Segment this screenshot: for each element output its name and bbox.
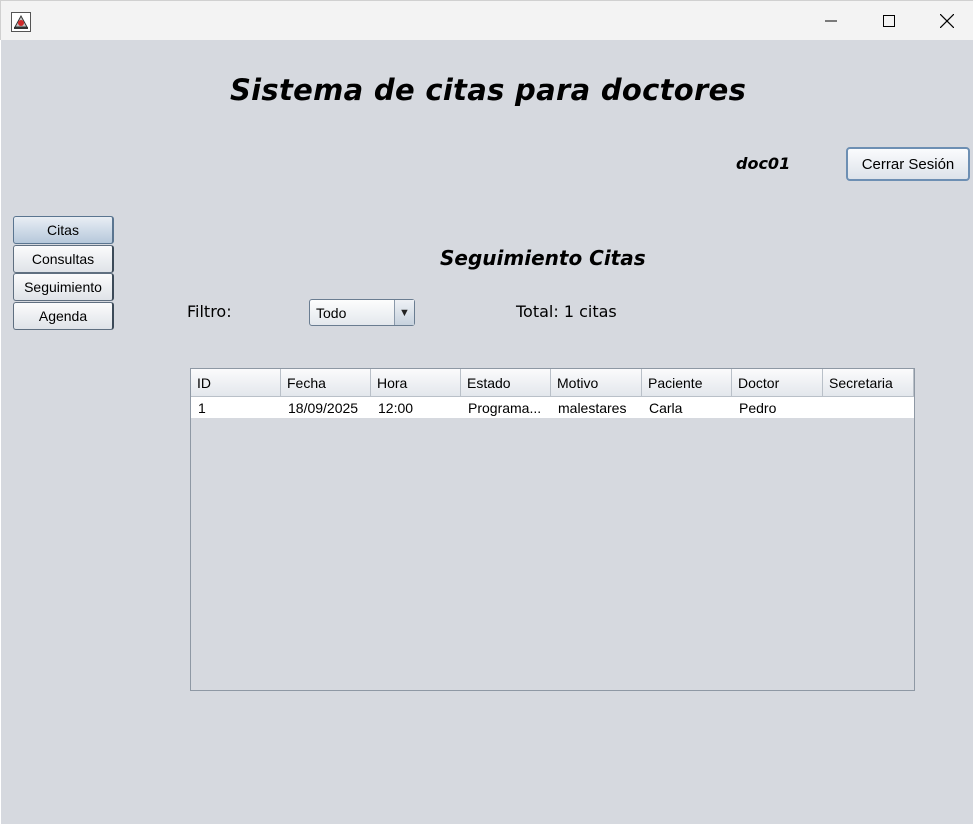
nav-seguimiento-button[interactable]: Seguimiento (13, 273, 114, 301)
nav-agenda-button[interactable]: Agenda (13, 302, 114, 330)
appointments-table[interactable]: ID Fecha Hora Estado Motivo Paciente Doc… (190, 368, 915, 691)
column-header-secretaria[interactable]: Secretaria (823, 369, 914, 397)
table-header-row: ID Fecha Hora Estado Motivo Paciente Doc… (191, 369, 914, 397)
maximize-button[interactable] (860, 1, 918, 41)
cell-fecha: 18/09/2025 (288, 399, 359, 416)
column-header-paciente[interactable]: Paciente (642, 369, 732, 397)
filter-dropdown[interactable]: Todo ▼ (309, 299, 415, 326)
column-header-estado[interactable]: Estado (461, 369, 551, 397)
minimize-icon (825, 20, 837, 22)
cell-estado: Programa... (468, 399, 542, 416)
cell-hora: 12:00 (378, 399, 414, 416)
total-count-label: Total: 1 citas (516, 302, 617, 321)
chevron-down-icon[interactable]: ▼ (394, 300, 414, 325)
section-title: Seguimiento Citas (440, 246, 646, 270)
table-body: 1 18/09/2025 12:00 Programa... malestare… (191, 397, 914, 418)
filter-selected-value: Todo (316, 305, 347, 321)
column-header-doctor[interactable]: Doctor (732, 369, 823, 397)
logout-button[interactable]: Cerrar Sesión (846, 147, 970, 181)
cell-paciente: Carla (649, 399, 683, 416)
cell-doctor: Pedro (739, 399, 777, 416)
column-header-fecha[interactable]: Fecha (281, 369, 371, 397)
table-row[interactable]: 1 18/09/2025 12:00 Programa... malestare… (191, 397, 914, 418)
cell-id: 1 (198, 399, 206, 416)
filter-label: Filtro: (187, 302, 232, 321)
minimize-button[interactable] (802, 1, 860, 41)
maximize-icon (883, 15, 895, 27)
nav-citas-button[interactable]: Citas (13, 216, 114, 244)
java-app-icon (11, 12, 31, 32)
close-icon (940, 14, 954, 28)
current-user-label: doc01 (736, 154, 791, 173)
window-titlebar (0, 0, 973, 40)
cell-secretaria (823, 397, 914, 418)
main-panel: Sistema de citas para doctores doc01 Cer… (1, 40, 973, 824)
column-header-hora[interactable]: Hora (371, 369, 461, 397)
column-header-id[interactable]: ID (191, 369, 281, 397)
app-title: Sistema de citas para doctores (230, 73, 747, 107)
column-header-motivo[interactable]: Motivo (551, 369, 642, 397)
nav-consultas-button[interactable]: Consultas (13, 245, 114, 273)
cell-motivo: malestares (558, 399, 627, 416)
close-button[interactable] (918, 1, 973, 41)
